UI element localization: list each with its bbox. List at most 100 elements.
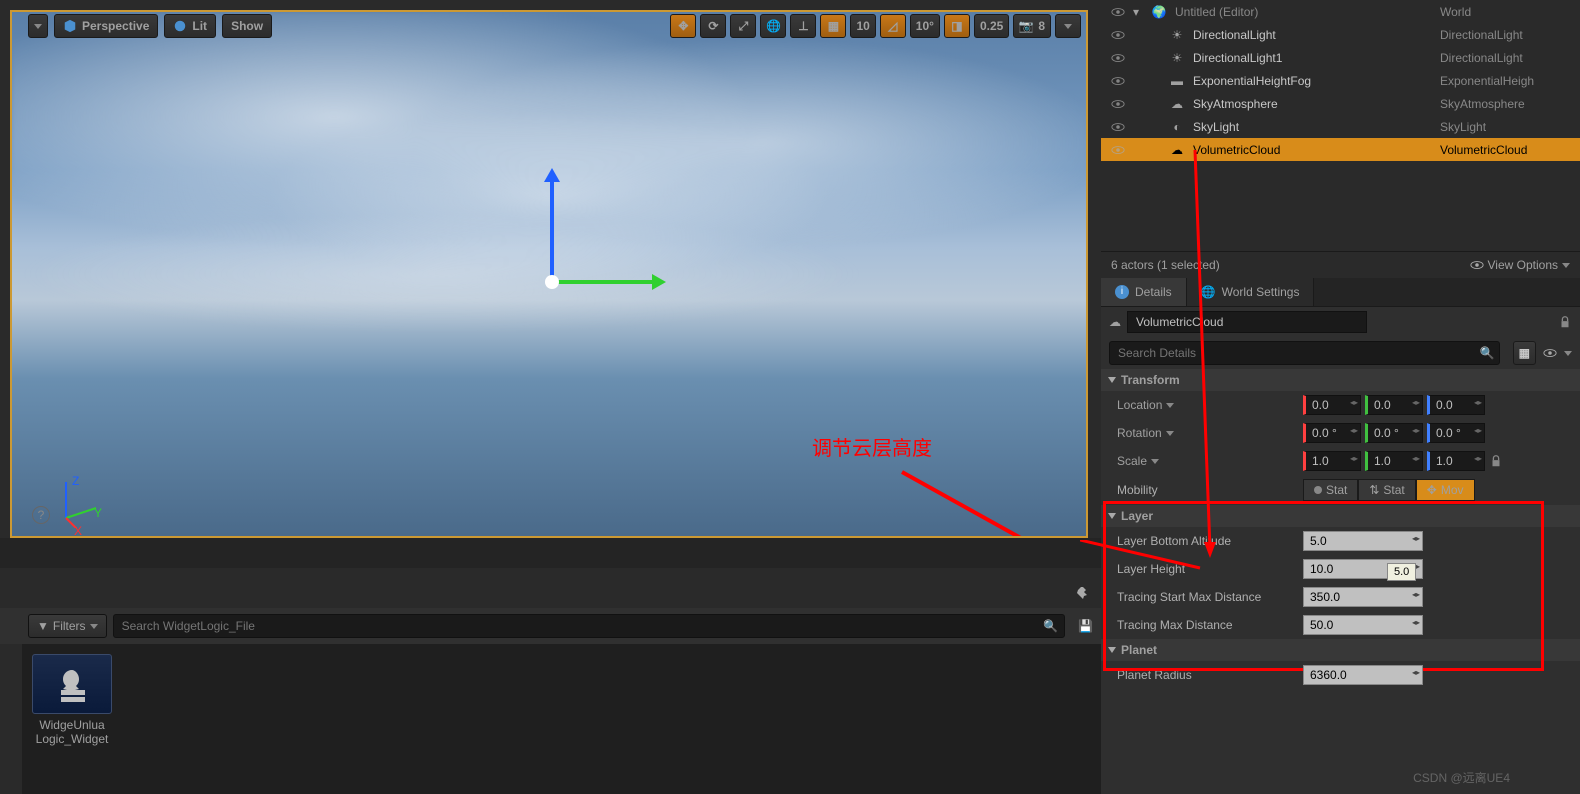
save-icon[interactable]: 💾 [1078,619,1093,633]
visibility-icon[interactable] [1111,74,1125,88]
lit-button[interactable]: Lit [164,14,216,38]
move-tool-button[interactable]: ✥ [670,14,696,38]
grid-snap-button[interactable]: ▦ [820,14,846,38]
globe-icon: 🌐 [766,19,780,33]
view-options-button[interactable]: View Options [1470,258,1570,272]
tracing-max-field[interactable]: 50.0◂▸ [1303,615,1423,635]
grid-size-field[interactable]: 10 [850,14,875,38]
cloud-icon: ☁ [1169,142,1185,158]
pin-icon[interactable] [1075,586,1091,602]
rotation-z[interactable]: 0.0 °◂▸ [1427,423,1485,443]
planet-radius-field[interactable]: 6360.0◂▸ [1303,665,1423,685]
content-sources-collapsed[interactable] [0,644,22,794]
outliner-row-volumetriccloud[interactable]: ☁VolumetricCloudVolumetricCloud [1101,138,1580,161]
chevron-down-icon[interactable] [1564,351,1572,356]
lock-scale-icon[interactable] [1489,454,1503,468]
details-search-input[interactable] [1109,341,1500,365]
angle-snap-button[interactable]: ◿ [880,14,906,38]
light-icon: ☀ [1169,27,1185,43]
surface-icon: ⊥ [796,19,810,33]
chevron-down-icon [90,624,98,629]
rotate-tool-button[interactable]: ⟳ [700,14,726,38]
visibility-icon[interactable] [1111,5,1125,19]
filters-button[interactable]: ▼ Filters [28,614,107,638]
viewport-canvas[interactable]: Z Y X 调节云层高度 ? [10,10,1088,538]
rotation-label: Rotation [1109,426,1295,440]
surface-snap-button[interactable]: ⊥ [790,14,816,38]
section-layer[interactable]: Layer [1101,505,1580,527]
tracing-start-field[interactable]: 350.0◂▸ [1303,587,1423,607]
skylight-icon: ◐ [1169,119,1185,135]
mobility-stationary[interactable]: ⇅Stat [1358,479,1415,501]
viewport-menu-button[interactable] [28,14,48,38]
annotation-arrow [882,462,1088,538]
actor-type: DirectionalLight [1440,28,1570,42]
rotate-icon: ⟳ [706,19,720,33]
visibility-icon[interactable] [1111,28,1125,42]
filter-icon: ▼ [37,619,49,633]
camera-speed-button[interactable]: 📷8 [1013,14,1051,38]
asset-tile[interactable]: WidgeUnlua Logic_Widget [32,654,112,747]
search-icon[interactable]: 🔍 [1480,346,1495,360]
location-y[interactable]: 0.0◂▸ [1365,395,1423,415]
mobility-static[interactable]: Stat [1303,479,1358,501]
mobility-label: Mobility [1109,483,1295,497]
content-search-input[interactable] [113,614,1066,638]
scale-x[interactable]: 1.0◂▸ [1303,451,1361,471]
layer-height-label: Layer Height [1109,562,1295,576]
outliner-row-skyatmosphere[interactable]: ☁SkyAtmosphereSkyAtmosphere [1101,92,1580,115]
angle-icon: ◿ [886,19,900,33]
scale-size-field[interactable]: 0.25 [974,14,1009,38]
viewport-maximize-button[interactable] [1055,14,1081,38]
world-icon: 🌐 [1201,285,1216,299]
scale-tool-button[interactable]: ⤢ [730,14,756,38]
scale-z[interactable]: 1.0◂▸ [1427,451,1485,471]
scale-y[interactable]: 1.0◂▸ [1365,451,1423,471]
world-space-button[interactable]: 🌐 [760,14,786,38]
chevron-down-icon [1061,19,1075,33]
section-transform[interactable]: Transform [1101,369,1580,391]
fog-icon: ▬ [1169,73,1185,89]
outliner-row-skylight[interactable]: ◐SkyLightSkyLight [1101,115,1580,138]
visibility-icon[interactable] [1111,51,1125,65]
camera-icon: 📷 [1019,19,1033,33]
info-icon: i [1115,285,1129,299]
layer-bottom-alt-field[interactable]: 5.0◂▸ [1303,531,1423,551]
help-icon[interactable]: ? [32,506,50,524]
tab-world-settings[interactable]: 🌐 World Settings [1187,278,1315,306]
rotation-y[interactable]: 0.0 °◂▸ [1365,423,1423,443]
value-tooltip: 5.0 [1387,563,1416,581]
mobility-movable[interactable]: ✥Mov [1416,479,1475,501]
actor-type: ExponentialHeigh [1440,74,1570,88]
move-icon: ✥ [676,19,690,33]
location-x[interactable]: 0.0◂▸ [1303,395,1361,415]
outliner-row-directionallight[interactable]: ☀DirectionalLightDirectionalLight [1101,23,1580,46]
outliner-row-exponentialheightfog[interactable]: ▬ExponentialHeightFogExponentialHeigh [1101,69,1580,92]
angle-size-field[interactable]: 10° [910,14,940,38]
show-button[interactable]: Show [222,14,272,38]
visibility-icon[interactable] [1111,143,1125,157]
eye-icon[interactable] [1542,346,1558,360]
rotation-x[interactable]: 0.0 °◂▸ [1303,423,1361,443]
actor-name-field[interactable]: VolumetricCloud [1127,311,1367,333]
grid-icon: ▦ [826,19,840,33]
visibility-icon[interactable] [1111,97,1125,111]
tab-details[interactable]: i Details [1101,278,1187,306]
property-matrix-button[interactable]: ▦ [1513,341,1536,365]
scale-snap-button[interactable]: ◨ [944,14,970,38]
expand-icon[interactable]: ▾ [1133,5,1143,19]
lock-icon[interactable] [1558,315,1572,329]
section-planet[interactable]: Planet [1101,639,1580,661]
stationary-icon: ⇅ [1369,483,1379,497]
outliner-root[interactable]: ▾ 🌍 Untitled (Editor) World [1101,0,1580,23]
location-z[interactable]: 0.0◂▸ [1427,395,1485,415]
actor-name: SkyAtmosphere [1193,97,1432,111]
visibility-icon[interactable] [1111,120,1125,134]
lit-label: Lit [192,19,207,33]
eye-icon [1470,258,1484,272]
search-icon[interactable]: 🔍 [1043,619,1058,633]
perspective-button[interactable]: Perspective [54,14,158,38]
tracing-max-label: Tracing Max Distance [1109,618,1295,632]
outliner-row-directionallight1[interactable]: ☀DirectionalLight1DirectionalLight [1101,46,1580,69]
perspective-label: Perspective [82,19,149,33]
